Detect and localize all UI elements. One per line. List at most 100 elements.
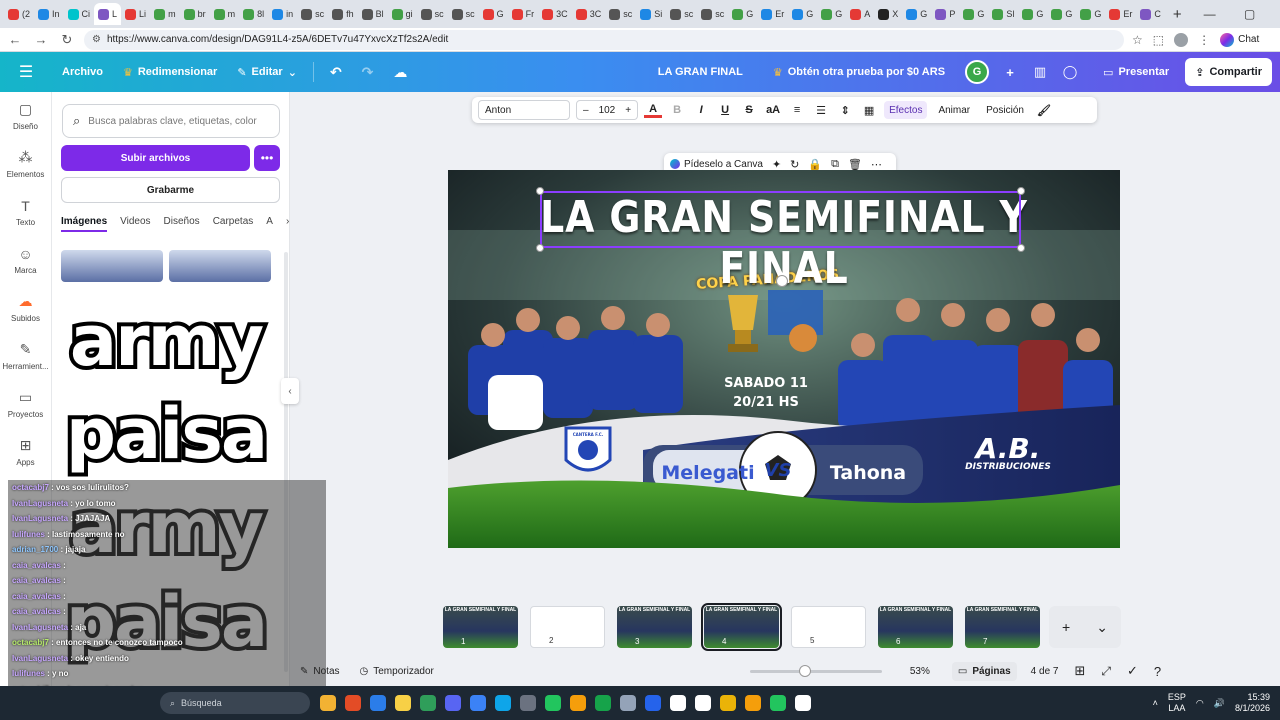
browser-tab[interactable]: G — [817, 3, 846, 25]
collapse-panel-button[interactable]: ‹ — [281, 378, 299, 404]
font-size-value[interactable]: 102 — [599, 105, 616, 116]
present-button[interactable]: ▭ Presentar — [1093, 57, 1179, 87]
taskbar-app-icon[interactable] — [545, 695, 561, 711]
animate-button[interactable]: Animar — [933, 105, 975, 116]
notes-button[interactable]: ✎ Notas — [300, 666, 340, 677]
fullscreen-icon[interactable]: ⤢ — [1101, 664, 1111, 679]
zoom-slider[interactable] — [749, 664, 882, 677]
paisa-text-image[interactable]: paisa — [61, 390, 272, 478]
increase-size-button[interactable]: + — [625, 105, 631, 116]
file-menu[interactable]: Archivo — [52, 57, 113, 87]
browser-tab[interactable]: m — [150, 3, 180, 25]
browser-tab[interactable]: in — [268, 3, 297, 25]
browser-tab[interactable]: sc — [297, 3, 328, 25]
browser-tab[interactable]: sc — [417, 3, 448, 25]
extensions-icon[interactable]: ⬚ — [1153, 33, 1164, 47]
browser-tab[interactable]: 3C — [572, 3, 606, 25]
browser-tab[interactable]: X — [874, 3, 902, 25]
taskbar-app-icon[interactable] — [470, 695, 486, 711]
taskbar-app-icon[interactable] — [695, 695, 711, 711]
lock-icon[interactable]: 🔒 — [808, 158, 822, 171]
help-icon[interactable]: ? — [1154, 664, 1161, 679]
align-center-icon[interactable]: ≡ — [788, 104, 806, 116]
browser-tab[interactable]: fh — [328, 3, 358, 25]
browser-tab[interactable]: G — [788, 3, 817, 25]
army-text-image[interactable]: army — [61, 297, 271, 385]
page-thumbnail[interactable]: 2 — [530, 606, 605, 648]
browser-tab[interactable]: br — [180, 3, 210, 25]
strikethrough-icon[interactable]: S — [740, 104, 758, 116]
page-thumbnail[interactable]: 5 — [791, 606, 866, 648]
browser-tab[interactable]: G — [1018, 3, 1047, 25]
page-thumbnail[interactable]: LA GRAN SEMIFINAL Y FINAL 4 — [701, 603, 782, 651]
rail-item-texto[interactable]: T Texto — [0, 188, 51, 236]
underline-icon[interactable]: U — [716, 104, 734, 116]
panel-tab[interactable]: Diseños — [164, 216, 200, 232]
share-button[interactable]: ⇪ Compartir — [1185, 58, 1272, 86]
browser-tab[interactable]: In — [34, 3, 64, 25]
edit-mode-button[interactable]: ✎ Editar ⌄ — [227, 57, 307, 87]
back-icon[interactable]: ← — [6, 32, 24, 47]
resize-handle[interactable] — [536, 187, 544, 195]
page-thumbnail[interactable]: LA GRAN SEMIFINAL Y FINAL 7 — [965, 606, 1040, 648]
taskbar-app-icon[interactable] — [420, 695, 436, 711]
browser-tab[interactable]: L — [94, 3, 122, 25]
more-dots-icon[interactable]: ⋯ — [871, 158, 882, 171]
browser-tab[interactable]: 8l — [239, 3, 268, 25]
effects-button[interactable]: Efectos — [884, 101, 928, 119]
browser-tab[interactable]: (2 — [4, 3, 34, 25]
list-icon[interactable]: ☰ — [812, 104, 830, 117]
position-button[interactable]: Posición — [981, 105, 1029, 116]
taskbar-app-icon[interactable] — [520, 695, 536, 711]
record-yourself-button[interactable]: Grabarme — [61, 177, 280, 203]
taskbar-app-icon[interactable] — [645, 695, 661, 711]
font-family-select[interactable]: Anton — [478, 100, 570, 120]
language-indicator[interactable]: ESP LAA — [1168, 692, 1186, 714]
undo-button[interactable]: ↶ — [320, 57, 352, 87]
panel-tab[interactable]: Imágenes — [61, 216, 108, 232]
taskbar-app-icon[interactable] — [395, 695, 411, 711]
taskbar-app-icon[interactable] — [570, 695, 586, 711]
upload-files-button[interactable]: Subir archivos — [61, 145, 250, 171]
taskbar-app-icon[interactable] — [495, 695, 511, 711]
text-color-icon[interactable]: A — [644, 103, 663, 118]
zoom-value[interactable]: 53% — [910, 666, 930, 677]
chat-button[interactable]: Chat — [1220, 32, 1259, 47]
browser-tab[interactable]: Ci — [64, 3, 95, 25]
panel-tab[interactable]: Carpetas — [213, 216, 254, 232]
wifi-icon[interactable]: ◠ — [1196, 698, 1204, 709]
volume-icon[interactable]: 🔊 — [1214, 698, 1225, 709]
site-info-icon[interactable]: ⚙ — [92, 34, 101, 45]
browser-tab[interactable]: 3C — [538, 3, 572, 25]
rail-item-proyectos[interactable]: ▭ Proyectos — [0, 380, 51, 428]
rail-item-diseo[interactable]: ▢ Diseño — [0, 92, 51, 140]
page-thumbnail[interactable]: LA GRAN SEMIFINAL Y FINAL 6 — [878, 606, 953, 648]
expand-pages-icon[interactable]: ⌄ — [1096, 619, 1108, 636]
taskbar-app-icon[interactable] — [320, 695, 336, 711]
browser-tab[interactable]: C — [1136, 3, 1165, 25]
search-input[interactable]: ⌕ Busca palabras clave, etiquetas, color — [62, 104, 280, 138]
browser-tab[interactable]: G — [728, 3, 757, 25]
rail-item-herramient[interactable]: ✎ Herramient... — [0, 332, 51, 380]
rail-item-apps[interactable]: ⊞ Apps — [0, 428, 51, 476]
taskbar-app-icon[interactable] — [720, 695, 736, 711]
taskbar-app-icon[interactable] — [670, 695, 686, 711]
decrease-size-button[interactable]: – — [583, 105, 589, 116]
taskbar-app-icon[interactable] — [745, 695, 761, 711]
browser-tab[interactable]: m — [210, 3, 240, 25]
taskbar-app-icon[interactable] — [795, 695, 811, 711]
zoom-slider-knob[interactable] — [799, 664, 812, 677]
close-icon[interactable]: ✕ — [1270, 7, 1280, 21]
rotate-handle-icon[interactable] — [776, 275, 788, 287]
rail-item-subidos[interactable]: ☁ Subidos — [0, 284, 51, 332]
trash-icon[interactable]: 🗑 — [848, 158, 862, 171]
taskbar-app-icon[interactable] — [620, 695, 636, 711]
browser-tab[interactable]: sc — [605, 3, 636, 25]
panel-tab[interactable]: A — [266, 216, 273, 232]
spacing-icon[interactable]: ⇕ — [836, 104, 854, 117]
browser-tab[interactable]: G — [1076, 3, 1105, 25]
address-bar[interactable]: ⚙ https://www.canva.com/design/DAG91L4-z… — [84, 29, 1124, 50]
magic-edit-icon[interactable]: ✦ — [772, 158, 781, 171]
taskbar-app-icon[interactable] — [445, 695, 461, 711]
browser-tab[interactable]: Sl — [988, 3, 1018, 25]
